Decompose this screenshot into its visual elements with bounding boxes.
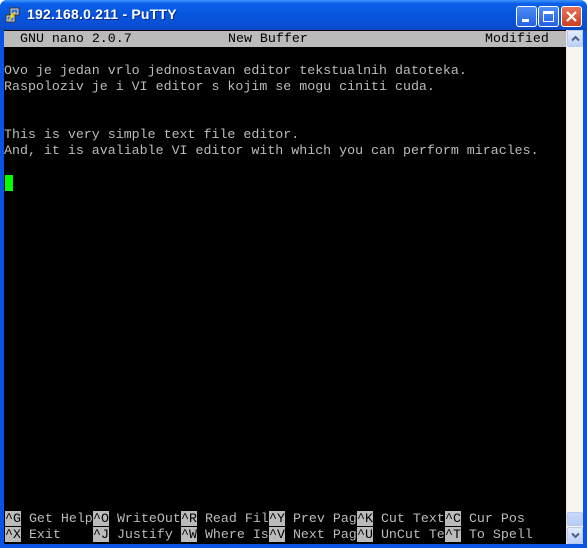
shortcut-get-help[interactable]: ^G Get Help xyxy=(5,511,93,527)
shortcut-justify[interactable]: ^J Justify xyxy=(93,527,173,543)
shortcut-prev-page[interactable]: ^Y Prev Pag xyxy=(269,511,357,527)
shortcut-writeout[interactable]: ^O WriteOut xyxy=(93,511,181,527)
window-title: 192.168.0.211 - PuTTY xyxy=(27,6,177,22)
minimize-button[interactable] xyxy=(516,6,537,27)
title-bar[interactable]: 192.168.0.211 - PuTTY xyxy=(0,0,587,30)
nano-status-bar: GNU nano 2.0.7 New Buffer Modified xyxy=(4,31,566,47)
scroll-up-button[interactable] xyxy=(567,30,583,47)
shortcut-next-page[interactable]: ^V Next Pag xyxy=(269,527,357,543)
minimize-icon xyxy=(522,19,529,22)
close-button[interactable] xyxy=(561,6,582,27)
close-icon xyxy=(566,11,577,22)
shortcut-exit[interactable]: ^X Exit xyxy=(5,527,61,543)
nano-version: GNU nano 2.0.7 xyxy=(20,31,132,46)
shortcut-row-1: ^G Get Help ^O WriteOut ^R Read Fil ^Y P… xyxy=(4,511,566,527)
shortcut-to-spell[interactable]: ^T To Spell xyxy=(445,527,533,543)
scroll-thumb[interactable] xyxy=(567,512,583,526)
shortcut-cut-text[interactable]: ^K Cut Text xyxy=(357,511,445,527)
shortcut-where-is[interactable]: ^W Where Is xyxy=(181,527,269,543)
modified-indicator: Modified xyxy=(485,31,549,46)
text-line: This is very simple text file editor. xyxy=(4,127,300,142)
maximize-icon xyxy=(543,11,554,22)
shortcut-row-2: ^X Exit ^J Justify ^W Where Is ^V Next P… xyxy=(4,527,566,543)
maximize-button[interactable] xyxy=(538,6,559,27)
buffer-name: New Buffer xyxy=(228,31,308,46)
text-cursor xyxy=(5,175,13,191)
putty-computer-icon[interactable] xyxy=(5,7,21,23)
terminal-area[interactable]: GNU nano 2.0.7 New Buffer Modified Ovo j… xyxy=(4,30,566,544)
chevron-down-icon xyxy=(571,532,580,539)
shortcut-cur-pos[interactable]: ^C Cur Pos xyxy=(445,511,525,527)
text-line: And, it is avaliable VI editor with whic… xyxy=(4,143,539,158)
shortcut-uncut-text[interactable]: ^U UnCut Te xyxy=(357,527,445,543)
chevron-up-icon xyxy=(571,35,580,42)
vertical-scrollbar[interactable] xyxy=(566,30,583,544)
putty-window: 192.168.0.211 - PuTTY GNU nano 2.0.7 New… xyxy=(0,0,587,548)
shortcut-read-file[interactable]: ^R Read Fil xyxy=(181,511,269,527)
text-line: Ovo je jedan vrlo jednostavan editor tek… xyxy=(4,63,467,78)
text-line: Raspoloziv je i VI editor s kojim se mog… xyxy=(4,79,435,94)
scroll-down-button[interactable] xyxy=(567,527,583,544)
